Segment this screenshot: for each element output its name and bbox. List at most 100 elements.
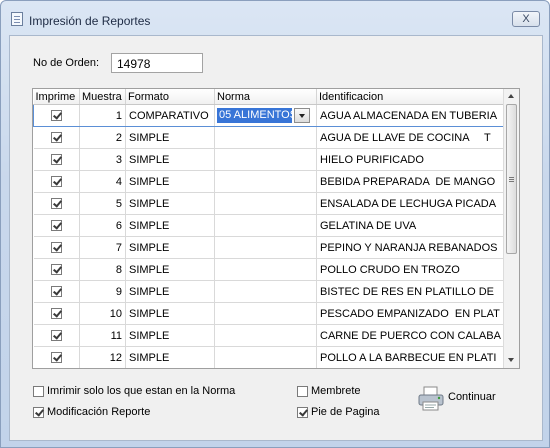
formato-cell[interactable]: SIMPLE bbox=[125, 236, 215, 259]
norma-cell[interactable] bbox=[214, 170, 317, 193]
identificacion-cell[interactable]: BEBIDA PREPARADA DE MANGO bbox=[316, 170, 505, 193]
imprime-checkbox[interactable] bbox=[50, 264, 62, 276]
order-number-input[interactable]: 14978 bbox=[111, 53, 203, 73]
formato-cell[interactable]: COMPARATIVO bbox=[125, 104, 215, 127]
table-row[interactable]: 11 SIMPLE CARNE DE PUERCO CON CALABA bbox=[33, 324, 505, 347]
imprime-cell[interactable] bbox=[33, 280, 80, 303]
imprime-checkbox[interactable] bbox=[50, 286, 62, 298]
pie-pagina-checkbox[interactable] bbox=[297, 406, 308, 418]
formato-cell[interactable]: SIMPLE bbox=[125, 324, 215, 347]
muestra-cell: 4 bbox=[79, 170, 126, 193]
col-header-imprime[interactable]: Imprime bbox=[33, 89, 80, 105]
identificacion-cell[interactable]: POLLO A LA BARBECUE EN PLATI bbox=[316, 346, 505, 368]
membrete-option[interactable]: Membrete bbox=[297, 385, 361, 397]
muestra-cell: 12 bbox=[79, 346, 126, 368]
imprime-cell[interactable] bbox=[33, 148, 80, 171]
scroll-down-arrow-icon[interactable] bbox=[508, 358, 514, 362]
imprime-cell[interactable] bbox=[33, 104, 80, 127]
imprime-cell[interactable] bbox=[33, 324, 80, 347]
formato-cell[interactable]: SIMPLE bbox=[125, 280, 215, 303]
col-header-formato[interactable]: Formato bbox=[125, 89, 215, 105]
formato-cell[interactable]: SIMPLE bbox=[125, 214, 215, 237]
imprime-cell[interactable] bbox=[33, 346, 80, 368]
imprime-cell[interactable] bbox=[33, 236, 80, 259]
modificacion-reporte-option[interactable]: Modificación Reporte bbox=[33, 406, 150, 418]
imprime-checkbox[interactable] bbox=[50, 242, 62, 254]
formato-cell[interactable]: SIMPLE bbox=[125, 170, 215, 193]
solo-norma-checkbox[interactable] bbox=[33, 385, 44, 397]
imprime-checkbox[interactable] bbox=[50, 308, 62, 320]
scroll-up-arrow-icon[interactable] bbox=[508, 94, 514, 98]
norma-cell[interactable] bbox=[214, 258, 317, 281]
printer-icon[interactable] bbox=[417, 385, 445, 413]
col-header-norma[interactable]: Norma bbox=[214, 89, 317, 105]
norma-cell[interactable]: 05 ALIMENTOS bbox=[214, 104, 317, 127]
imprime-checkbox[interactable] bbox=[50, 330, 62, 342]
identificacion-cell[interactable]: AGUA DE LLAVE DE COCINA T bbox=[316, 126, 505, 149]
norma-cell[interactable] bbox=[214, 324, 317, 347]
norma-cell[interactable] bbox=[214, 148, 317, 171]
grid-vertical-scrollbar[interactable] bbox=[503, 89, 519, 368]
norma-dropdown-value[interactable]: 05 ALIMENTOS bbox=[217, 108, 292, 123]
identificacion-cell[interactable]: HIELO PURIFICADO bbox=[316, 148, 505, 171]
table-row[interactable]: 8 SIMPLE POLLO CRUDO EN TROZO bbox=[33, 258, 505, 281]
pie-pagina-option[interactable]: Pie de Pagina bbox=[297, 406, 380, 418]
formato-cell[interactable]: SIMPLE bbox=[125, 346, 215, 368]
table-row[interactable]: 2 SIMPLE AGUA DE LLAVE DE COCINA T bbox=[33, 126, 505, 149]
col-header-identificacion[interactable]: Identificacion bbox=[316, 89, 505, 105]
imprime-checkbox[interactable] bbox=[50, 220, 62, 232]
chevron-down-icon[interactable] bbox=[294, 108, 310, 123]
identificacion-cell[interactable]: PEPINO Y NARANJA REBANADOS bbox=[316, 236, 505, 259]
identificacion-cell[interactable]: POLLO CRUDO EN TROZO bbox=[316, 258, 505, 281]
imprime-checkbox[interactable] bbox=[50, 132, 62, 144]
continuar-label[interactable]: Continuar bbox=[448, 391, 496, 403]
table-row[interactable]: 6 SIMPLE GELATINA DE UVA bbox=[33, 214, 505, 237]
table-row[interactable]: 4 SIMPLE BEBIDA PREPARADA DE MANGO bbox=[33, 170, 505, 193]
formato-cell[interactable]: SIMPLE bbox=[125, 148, 215, 171]
col-header-muestra[interactable]: Muestra bbox=[79, 89, 126, 105]
membrete-checkbox[interactable] bbox=[297, 385, 308, 397]
imprime-checkbox[interactable] bbox=[51, 110, 62, 122]
imprime-cell[interactable] bbox=[33, 126, 80, 149]
table-row[interactable]: 7 SIMPLE PEPINO Y NARANJA REBANADOS bbox=[33, 236, 505, 259]
formato-cell[interactable]: SIMPLE bbox=[125, 192, 215, 215]
norma-cell[interactable] bbox=[214, 346, 317, 368]
muestra-cell: 8 bbox=[79, 258, 126, 281]
norma-cell[interactable] bbox=[214, 192, 317, 215]
table-row[interactable]: 9 SIMPLE BISTEC DE RES EN PLATILLO DE bbox=[33, 280, 505, 303]
imprime-cell[interactable] bbox=[33, 258, 80, 281]
table-row[interactable]: 1 COMPARATIVO 05 ALIMENTOS AGUA ALMACENADA … bbox=[33, 104, 505, 127]
norma-cell[interactable] bbox=[214, 302, 317, 325]
close-button[interactable]: X bbox=[512, 11, 540, 27]
table-row[interactable]: 12 SIMPLE POLLO A LA BARBECUE EN PLATI bbox=[33, 346, 505, 368]
solo-norma-option[interactable]: Imrimir solo los que estan en la Norma bbox=[33, 385, 235, 397]
norma-cell[interactable] bbox=[214, 126, 317, 149]
identificacion-cell[interactable]: BISTEC DE RES EN PLATILLO DE bbox=[316, 280, 505, 303]
imprime-checkbox[interactable] bbox=[50, 352, 62, 364]
imprime-checkbox[interactable] bbox=[50, 198, 62, 210]
table-row[interactable]: 10 SIMPLE PESCADO EMPANIZADO EN PLAT bbox=[33, 302, 505, 325]
imprime-cell[interactable] bbox=[33, 302, 80, 325]
imprime-cell[interactable] bbox=[33, 170, 80, 193]
identificacion-cell[interactable]: GELATINA DE UVA bbox=[316, 214, 505, 237]
norma-cell[interactable] bbox=[214, 236, 317, 259]
imprime-cell[interactable] bbox=[33, 192, 80, 215]
imprime-cell[interactable] bbox=[33, 214, 80, 237]
scrollbar-thumb[interactable] bbox=[506, 104, 517, 254]
imprime-checkbox[interactable] bbox=[50, 154, 62, 166]
norma-cell[interactable] bbox=[214, 214, 317, 237]
identificacion-cell[interactable]: CARNE DE PUERCO CON CALABA bbox=[316, 324, 505, 347]
formato-cell[interactable]: SIMPLE bbox=[125, 126, 215, 149]
identificacion-cell[interactable]: PESCADO EMPANIZADO EN PLAT bbox=[316, 302, 505, 325]
norma-cell[interactable] bbox=[214, 280, 317, 303]
table-row[interactable]: 5 SIMPLE ENSALADA DE LECHUGA PICADA bbox=[33, 192, 505, 215]
identificacion-cell[interactable]: AGUA ALMACENADA EN TUBERIA bbox=[316, 104, 505, 127]
norma-dropdown[interactable]: 05 ALIMENTOS bbox=[217, 108, 310, 123]
formato-cell[interactable]: SIMPLE bbox=[125, 302, 215, 325]
table-row[interactable]: 3 SIMPLE HIELO PURIFICADO bbox=[33, 148, 505, 171]
muestra-cell: 6 bbox=[79, 214, 126, 237]
imprime-checkbox[interactable] bbox=[50, 176, 62, 188]
formato-cell[interactable]: SIMPLE bbox=[125, 258, 215, 281]
modificacion-reporte-checkbox[interactable] bbox=[33, 406, 44, 418]
identificacion-cell[interactable]: ENSALADA DE LECHUGA PICADA bbox=[316, 192, 505, 215]
